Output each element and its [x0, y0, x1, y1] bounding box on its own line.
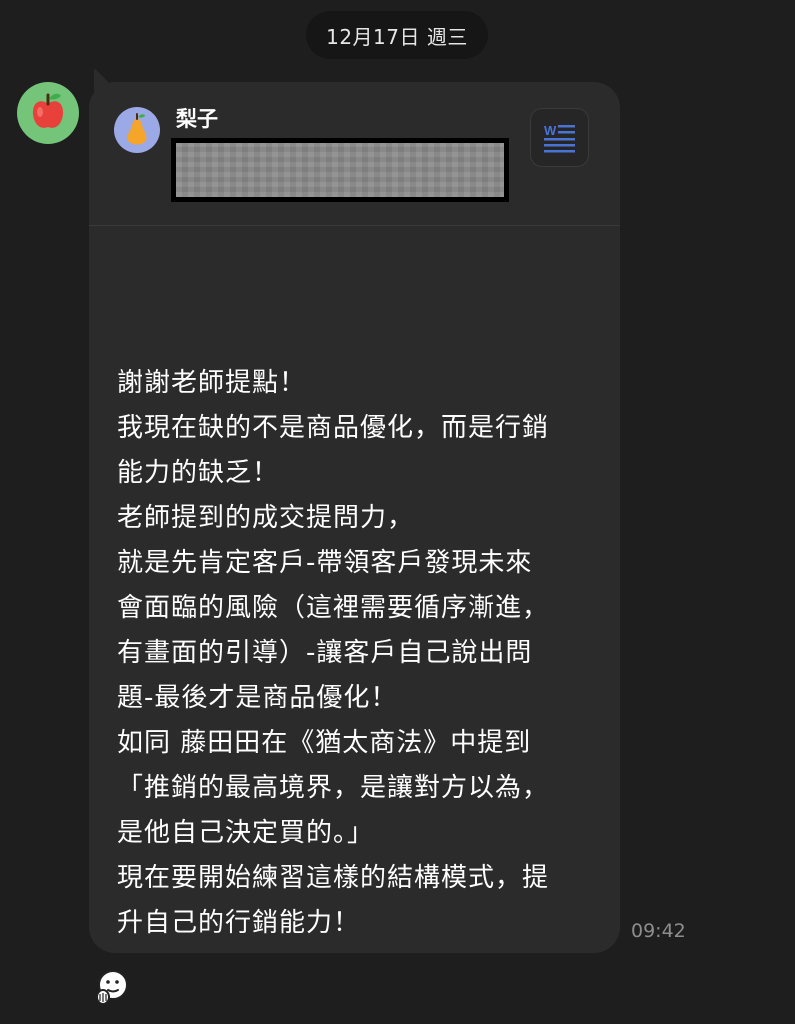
pear-icon — [127, 113, 147, 145]
date-divider-label: 12月17日 週三 — [326, 24, 468, 49]
message-line: 謝謝老師提點！ — [117, 368, 307, 398]
word-document-icon: W — [543, 123, 575, 152]
message-line: 老師提到的成交提問力， — [117, 503, 415, 533]
svg-text:W: W — [544, 123, 557, 138]
redacted-quoted-content — [171, 138, 509, 202]
message-line: 升自己的行銷能力！ — [117, 908, 361, 938]
message-line: 就是先肯定客戶-帶領客戶發現未來 — [117, 548, 533, 578]
quoted-avatar[interactable] — [114, 107, 160, 153]
message-line: 我現在缺的不是商品優化，而是行銷 — [117, 413, 550, 443]
message-line: 是他自己決定買的。」 — [117, 818, 375, 848]
attachment-thumbnail[interactable]: W — [530, 108, 589, 167]
apple-icon — [32, 93, 64, 128]
message-line: 題-最後才是商品優化！ — [117, 683, 398, 713]
message-line: 現在要開始練習這樣的結構模式，提 — [117, 863, 550, 893]
message-line: 如同 藤田田在《猶太商法》中提到 — [117, 728, 532, 758]
sticker-reaction-icon[interactable] — [89, 966, 131, 1008]
quote-divider — [89, 225, 620, 226]
message-timestamp: 09:42 — [631, 920, 686, 942]
quoted-sender-name: 梨子 — [176, 107, 218, 131]
date-divider: 12月17日 週三 — [306, 11, 488, 59]
message-line: 會面臨的風險（這裡需要循序漸進， — [117, 593, 550, 623]
message-text: 謝謝老師提點！ 我現在缺的不是商品優化，而是行銷 能力的缺乏！ 老師提到的成交提… — [117, 361, 607, 946]
sender-avatar[interactable] — [17, 82, 79, 144]
message-line: 「推銷的最高境界，是讓對方以為， — [117, 773, 550, 803]
message-line: 能力的缺乏！ — [117, 458, 280, 488]
message-line: 有畫面的引導）-讓客戶自己說出問 — [117, 638, 533, 668]
